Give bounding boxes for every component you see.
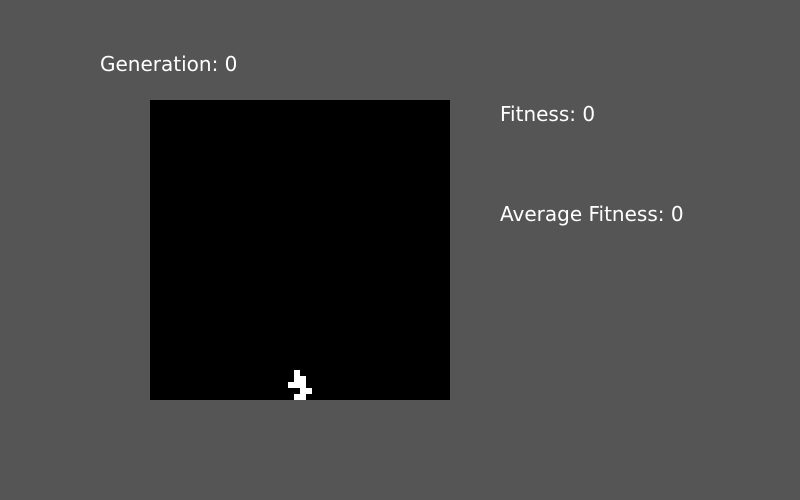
game-board bbox=[150, 100, 450, 400]
average-fitness-readout: Average Fitness: 0 bbox=[500, 202, 684, 226]
player-piece bbox=[288, 370, 312, 400]
generation-counter: Generation: 0 bbox=[100, 52, 238, 76]
game-screen: Generation: 0 Fitness: 0 Average Fitness… bbox=[0, 0, 800, 500]
piece-cell bbox=[300, 394, 306, 400]
fitness-readout: Fitness: 0 bbox=[500, 102, 596, 126]
piece-cell bbox=[300, 376, 306, 382]
piece-cell bbox=[306, 388, 312, 394]
